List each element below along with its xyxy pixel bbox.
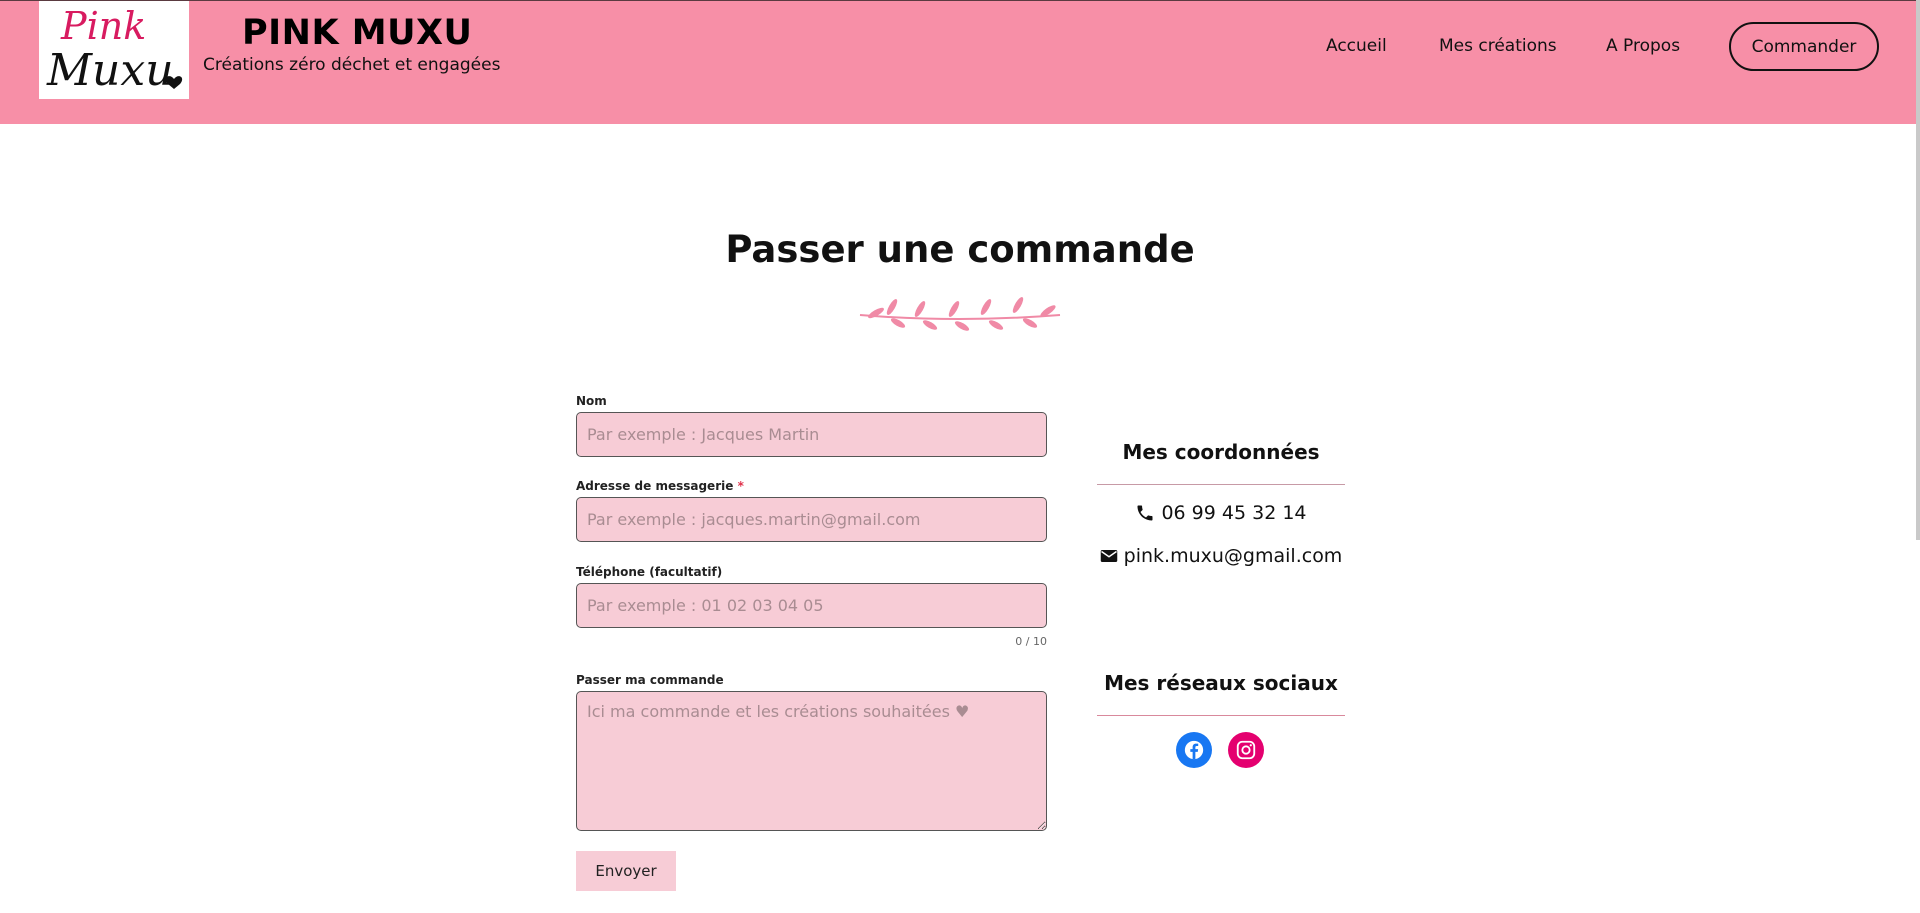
phone-icon [1137,505,1153,521]
svg-text:Pink: Pink [60,4,146,48]
social-heading: Mes réseaux sociaux [1104,671,1338,695]
vine-divider-icon [859,297,1061,331]
submit-button[interactable]: Envoyer [576,851,676,891]
contact-phone[interactable]: 06 99 45 32 14 [1097,502,1345,524]
instagram-icon [1236,740,1256,760]
site-header: Pink Muxu PINK MUXU Créations zéro déche… [0,0,1920,124]
contact-divider [1097,484,1345,485]
social-divider [1097,715,1345,716]
commander-button[interactable]: Commander [1729,22,1879,71]
phone-number: 06 99 45 32 14 [1161,502,1307,524]
logo-image: Pink Muxu [46,4,183,96]
required-marker: * [737,479,744,493]
site-tagline: Créations zéro déchet et engagées [203,55,501,75]
facebook-link[interactable] [1176,732,1212,768]
phone-field[interactable] [576,583,1047,628]
email-field[interactable] [576,497,1047,542]
order-textarea[interactable] [576,691,1047,831]
instagram-link[interactable] [1228,732,1264,768]
contact-heading: Mes coordonnées [1122,440,1320,464]
page-title: Passer une commande [725,228,1195,271]
contact-email[interactable]: pink.muxu@gmail.com [1097,545,1345,567]
name-label: Nom [576,394,607,408]
email-label-text: Adresse de messagerie [576,479,734,493]
nav-item-accueil[interactable]: Accueil [1326,36,1387,56]
envelope-icon [1100,550,1117,562]
name-field[interactable] [576,412,1047,457]
email-label: Adresse de messagerie * [576,479,744,493]
phone-label: Téléphone (facultatif) [576,565,723,579]
nav-item-a-propos[interactable]: A Propos [1606,36,1680,56]
order-label: Passer ma commande [576,673,724,687]
logo[interactable]: Pink Muxu [39,1,189,99]
email-address: pink.muxu@gmail.com [1123,545,1343,567]
nav-item-mes-creations[interactable]: Mes créations [1439,36,1557,56]
site-title[interactable]: PINK MUXU [242,13,472,53]
svg-text:Muxu: Muxu [46,45,174,96]
phone-char-counter: 0 / 10 [1015,635,1047,648]
facebook-icon [1184,740,1204,760]
